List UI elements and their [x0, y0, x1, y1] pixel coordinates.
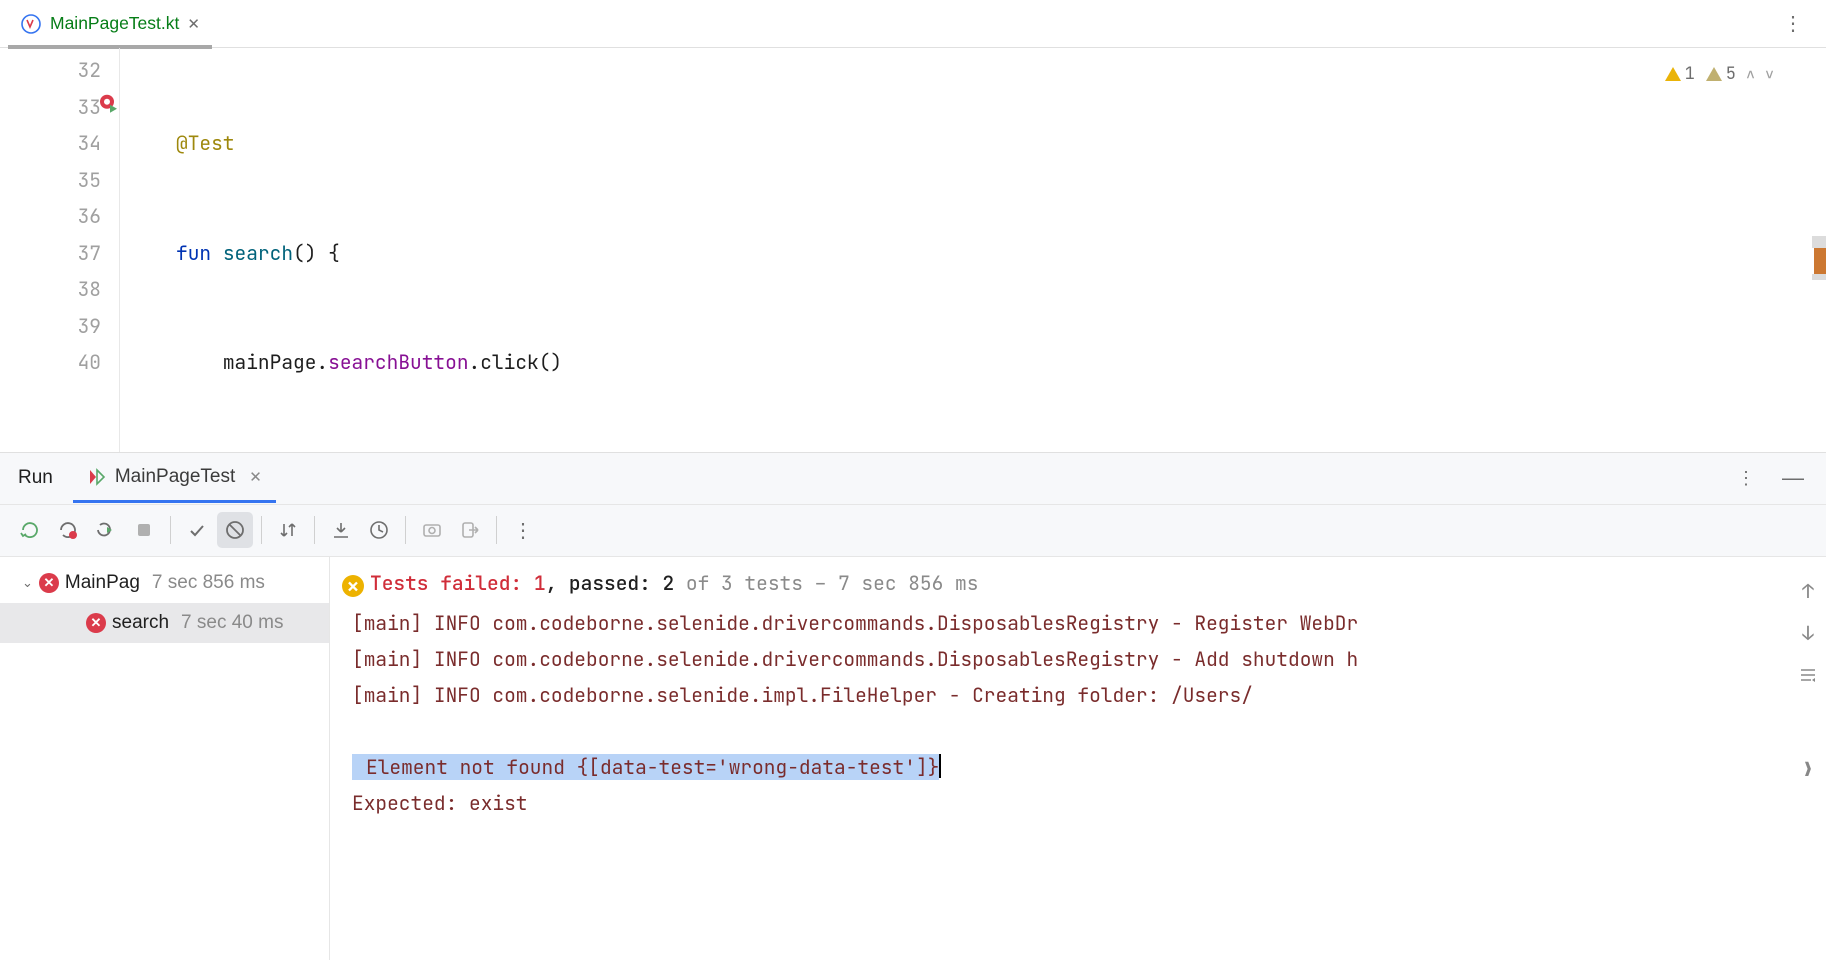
log-line: [main] INFO com.codeborne.selenide.drive… — [338, 605, 1818, 641]
console-side-toolbar: ↑ ↓ ❯ — [1794, 577, 1822, 689]
sort-button[interactable] — [270, 512, 306, 548]
show-ignored-button[interactable] — [217, 512, 253, 548]
kotlin-test-file-icon — [20, 13, 42, 35]
scroll-to-end-icon[interactable]: ❯ — [1794, 755, 1822, 783]
soft-wrap-icon[interactable] — [1794, 661, 1822, 689]
screenshot-button[interactable] — [414, 512, 450, 548]
run-options-icon[interactable]: ⋮ — [1723, 468, 1770, 489]
test-failed-icon: ✕ — [39, 573, 59, 593]
scroll-up-icon[interactable]: ↑ — [1794, 577, 1822, 605]
editor-tab-bar: MainPageTest.kt ✕ ⋮ — [0, 0, 1826, 48]
minimize-tool-window-icon[interactable]: — — [1770, 465, 1816, 491]
log-line: [main] INFO com.codeborne.selenide.impl.… — [338, 677, 1818, 713]
run-toolbar: ⋮ — [0, 505, 1826, 557]
text-caret — [939, 754, 941, 778]
test-tree[interactable]: ⌄ ✕ MainPag 7 sec 856 ms ✕ search 7 sec … — [0, 557, 330, 960]
tab-options-icon[interactable]: ⋮ — [1769, 11, 1818, 36]
file-tab[interactable]: MainPageTest.kt ✕ — [8, 5, 212, 43]
import-tests-button[interactable] — [323, 512, 359, 548]
stop-button[interactable] — [126, 512, 162, 548]
inspections-widget[interactable]: 1 5 ∧ ∨ — [1664, 56, 1774, 93]
log-line: [main] INFO com.codeborne.selenide.drive… — [338, 641, 1818, 677]
test-console[interactable]: ✕Tests failed: 1, passed: 2 of 3 tests –… — [330, 557, 1826, 960]
code-area[interactable]: @Test fun search() { mainPage.searchButt… — [120, 48, 1826, 452]
run-test-gutter-icon[interactable] — [99, 89, 119, 126]
exit-button[interactable] — [452, 512, 488, 548]
error-line: Expected: exist — [338, 785, 1818, 821]
next-highlight-icon[interactable]: ∨ — [1765, 56, 1774, 93]
more-toolbar-icon[interactable]: ⋮ — [505, 518, 542, 543]
test-history-button[interactable] — [361, 512, 397, 548]
file-tab-label: MainPageTest.kt — [50, 13, 179, 34]
gutter: 32 33 34 35 36 37 38 39 40 — [0, 48, 120, 452]
rerun-button[interactable] — [12, 512, 48, 548]
scroll-down-icon[interactable]: ↓ — [1794, 619, 1822, 647]
error-line: Element not found {[data-test='wrong-dat… — [338, 749, 1818, 785]
run-config-icon — [87, 467, 107, 487]
code-editor[interactable]: 32 33 34 35 36 37 38 39 40 @Test fun sea… — [0, 48, 1826, 453]
warning-icon: 1 — [1664, 56, 1695, 93]
test-results: ⌄ ✕ MainPag 7 sec 856 ms ✕ search 7 sec … — [0, 557, 1826, 960]
toggle-auto-test-button[interactable] — [88, 512, 124, 548]
test-failed-icon: ✕ — [86, 613, 106, 633]
prev-highlight-icon[interactable]: ∧ — [1746, 56, 1755, 93]
status-failed-icon: ✕ — [342, 575, 364, 597]
test-status-summary: ✕Tests failed: 1, passed: 2 of 3 tests –… — [338, 565, 1818, 601]
test-method-node[interactable]: ✕ search 7 sec 40 ms — [0, 603, 329, 643]
run-tool-window-header: Run MainPageTest ✕ ⋮ — — [0, 453, 1826, 505]
tool-window-title: Run — [18, 467, 53, 489]
run-configuration-tab[interactable]: MainPageTest ✕ — [73, 454, 276, 503]
error-stripe-marker[interactable] — [1812, 248, 1826, 274]
test-class-node[interactable]: ⌄ ✕ MainPag 7 sec 856 ms — [0, 563, 329, 603]
collapse-icon[interactable]: ⌄ — [22, 575, 33, 591]
close-tab-icon[interactable]: ✕ — [187, 15, 200, 33]
close-run-tab-icon[interactable]: ✕ — [249, 468, 262, 486]
weak-warning-icon: 5 — [1705, 56, 1736, 93]
rerun-failed-button[interactable] — [50, 512, 86, 548]
show-passed-button[interactable] — [179, 512, 215, 548]
